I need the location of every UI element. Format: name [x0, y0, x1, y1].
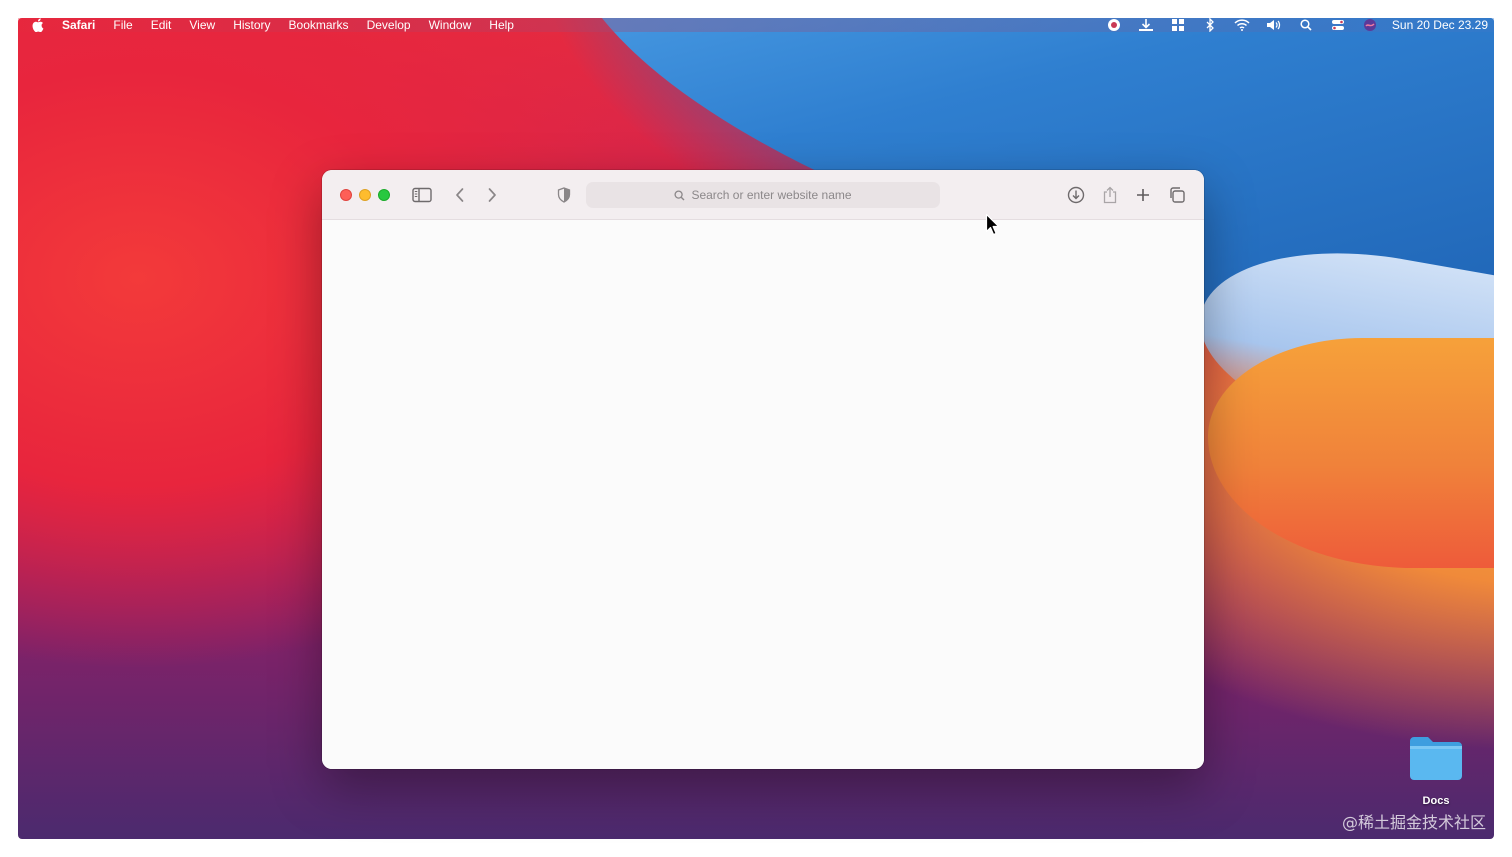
- menu-bookmarks[interactable]: Bookmarks: [289, 18, 349, 32]
- menu-help[interactable]: Help: [489, 18, 514, 32]
- menu-develop[interactable]: Develop: [367, 18, 411, 32]
- menubar-clock[interactable]: Sun 20 Dec 23.29: [1392, 18, 1488, 32]
- record-icon[interactable]: [1106, 19, 1122, 31]
- folder-icon: [1410, 737, 1462, 780]
- wifi-icon[interactable]: [1234, 19, 1250, 31]
- back-chevron-icon[interactable]: [448, 184, 472, 206]
- mouse-pointer-icon: [985, 213, 1000, 236]
- apple-menu-icon[interactable]: [32, 18, 44, 32]
- share-icon[interactable]: [1098, 184, 1122, 206]
- browser-toolbar: Search or enter website name: [322, 170, 1204, 220]
- sidebar-toggle-icon[interactable]: [410, 184, 434, 206]
- safari-window: Search or enter website name: [322, 170, 1204, 769]
- download-tray-icon[interactable]: [1138, 19, 1154, 31]
- bluetooth-icon[interactable]: [1202, 18, 1218, 32]
- status-area: Sun 20 Dec 23.29: [1090, 18, 1488, 32]
- grid-icon[interactable]: [1170, 19, 1186, 31]
- control-center-icon[interactable]: [1330, 19, 1346, 31]
- privacy-shield-icon[interactable]: [552, 184, 576, 206]
- browser-content-area[interactable]: [322, 221, 1204, 769]
- menu-history[interactable]: History: [233, 18, 270, 32]
- menu-bar: Safari File Edit View History Bookmarks …: [18, 18, 1494, 32]
- menu-safari[interactable]: Safari: [62, 18, 95, 32]
- menu-window[interactable]: Window: [429, 18, 472, 32]
- wallpaper-orange-wave: [1208, 338, 1494, 568]
- spotlight-search-icon[interactable]: [1298, 19, 1314, 31]
- address-placeholder: Search or enter website name: [691, 188, 852, 202]
- menu-view[interactable]: View: [189, 18, 215, 32]
- watermark-text: @稀土掘金技术社区: [1341, 813, 1486, 832]
- search-icon: [674, 189, 685, 201]
- new-tab-plus-icon[interactable]: [1131, 184, 1155, 206]
- close-window-button[interactable]: [340, 189, 352, 201]
- siri-icon[interactable]: [1362, 19, 1378, 31]
- forward-chevron-icon[interactable]: [480, 184, 504, 206]
- menu-edit[interactable]: Edit: [151, 18, 172, 32]
- volume-icon[interactable]: [1266, 19, 1282, 31]
- menu-file[interactable]: File: [113, 18, 132, 32]
- downloads-icon[interactable]: [1064, 184, 1088, 206]
- minimize-window-button[interactable]: [359, 189, 371, 201]
- docs-folder-label: Docs: [1422, 795, 1450, 807]
- address-bar[interactable]: Search or enter website name: [586, 182, 940, 208]
- maximize-window-button[interactable]: [378, 189, 390, 201]
- tab-overview-icon[interactable]: [1165, 184, 1189, 206]
- docs-folder[interactable]: Docs: [1404, 733, 1468, 809]
